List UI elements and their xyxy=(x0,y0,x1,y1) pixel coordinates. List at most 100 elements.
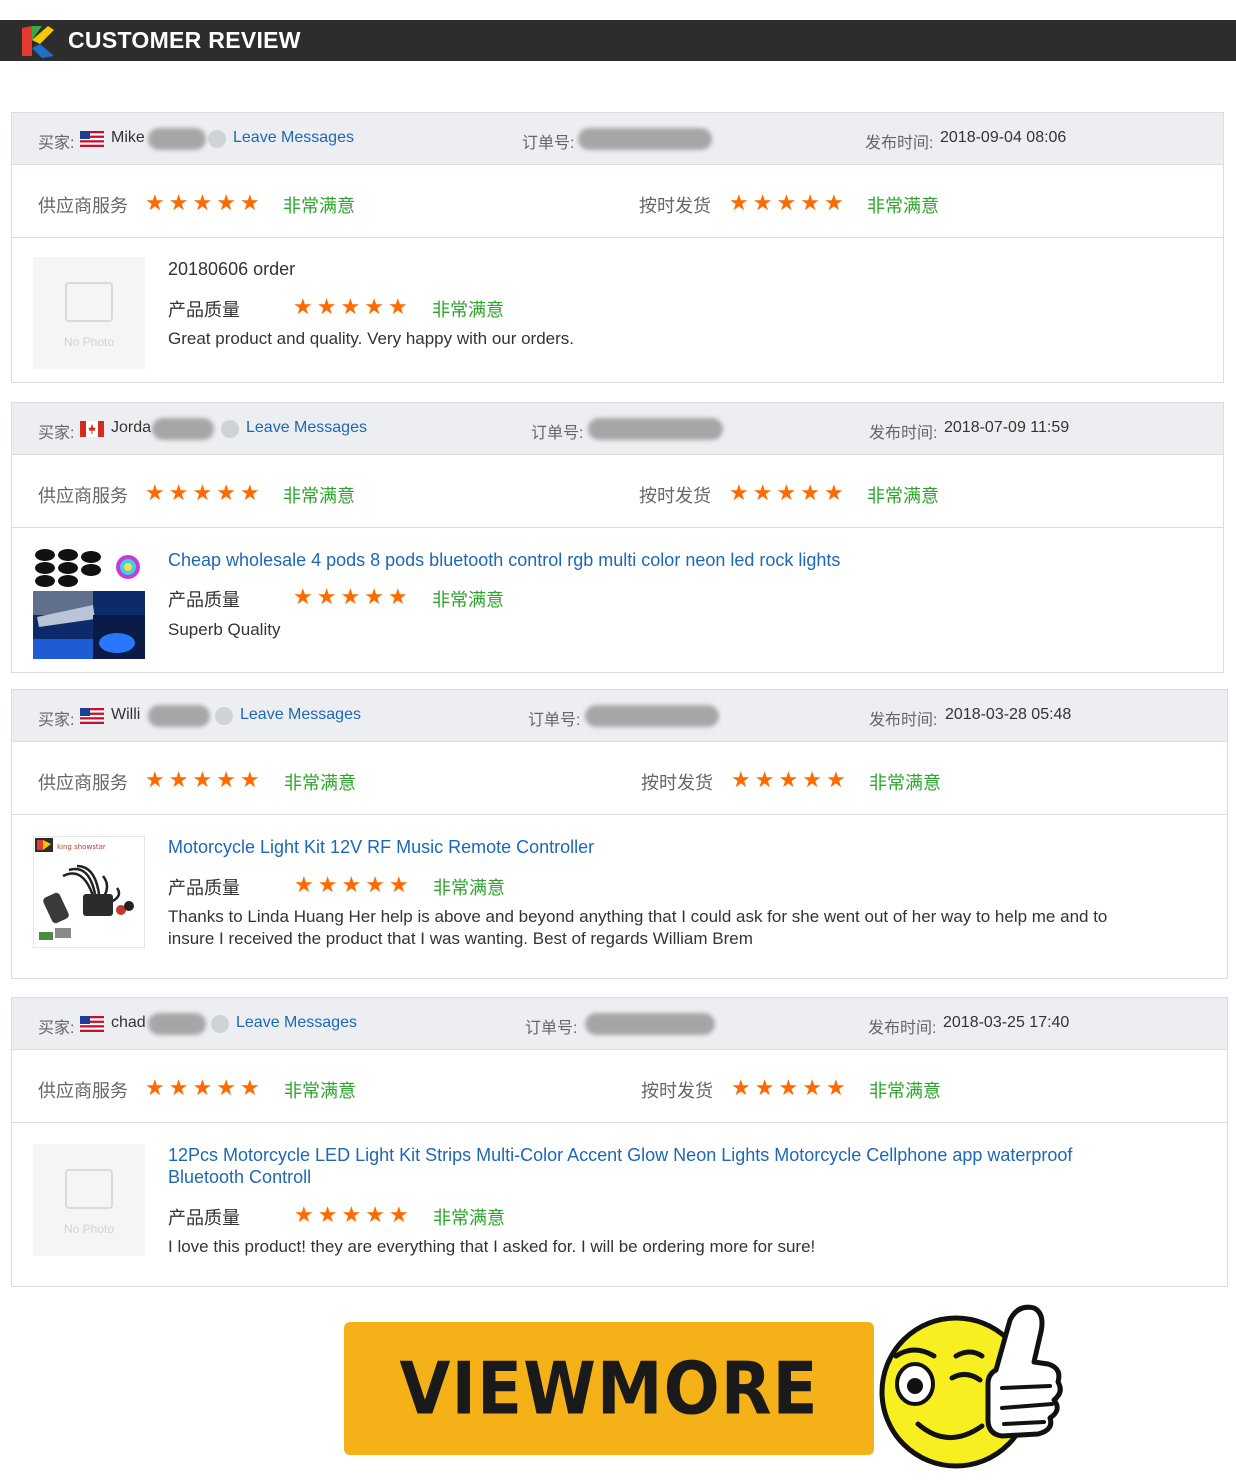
star-icon: ★ xyxy=(145,190,165,215)
supplier-service-label: 供应商服务 xyxy=(38,1081,128,1101)
buyer-label: 买家: xyxy=(38,712,75,729)
supplier-rating-text: 非常满意 xyxy=(283,486,355,506)
redacted-order-number xyxy=(585,705,719,727)
service-ratings-row: 供应商服务 ★ ★ ★ ★ ★ 非常满意 按时发货 ★ ★ ★ ★ ★ 非常满意 xyxy=(12,1051,1227,1123)
star-icon: ★ xyxy=(388,872,409,897)
view-more-label: VIEWMORE xyxy=(399,1346,819,1431)
delivery-rating-text: 非常满意 xyxy=(867,486,939,506)
leave-messages-link[interactable]: Leave Messages xyxy=(233,129,354,147)
delivery-rating-stars: ★ ★ ★ ★ ★ xyxy=(729,192,844,214)
delivery-label: 按时发货 xyxy=(641,1081,713,1101)
review-header: 买家: Willi Leave Messages 订单号: 发布时间: 2018… xyxy=(12,690,1227,742)
product-link[interactable]: Cheap wholesale 4 pods 8 pods bluetooth … xyxy=(168,549,840,571)
quality-rating-text: 非常满意 xyxy=(433,1208,505,1228)
delivery-rating-stars: ★ ★ ★ ★ ★ xyxy=(731,1077,846,1099)
leave-messages-link[interactable]: Leave Messages xyxy=(240,706,361,724)
review-comment: Great product and quality. Very happy wi… xyxy=(168,329,575,348)
star-icon: ★ xyxy=(387,294,408,319)
canada-flag-icon xyxy=(80,421,104,437)
quality-rating-text: 非常满意 xyxy=(432,300,504,320)
star-icon: ★ xyxy=(239,1075,260,1100)
buyer-name: Mike xyxy=(111,129,145,146)
star-icon: ★ xyxy=(364,294,384,319)
redacted-order-number xyxy=(588,418,723,440)
product-thumbnail[interactable] xyxy=(33,547,145,659)
redacted-order-number xyxy=(578,128,712,150)
star-icon: ★ xyxy=(294,1202,314,1227)
redacted-name xyxy=(148,128,206,150)
image-placeholder-icon xyxy=(65,282,113,322)
review-card: 买家: Jorda Leave Messages 订单号: 发布时间: 2018… xyxy=(11,402,1224,673)
message-icon xyxy=(211,1015,229,1033)
review-header: 买家: chad Leave Messages 订单号: 发布时间: 2018-… xyxy=(12,998,1227,1050)
star-icon: ★ xyxy=(776,190,797,215)
view-more-button[interactable]: VIEWMORE xyxy=(344,1322,874,1455)
published-label: 发布时间: xyxy=(869,712,938,729)
supplier-rating-text: 非常满意 xyxy=(283,196,355,216)
star-icon: ★ xyxy=(340,294,361,319)
star-icon: ★ xyxy=(216,480,236,505)
leave-messages-link[interactable]: Leave Messages xyxy=(236,1014,357,1032)
redacted-name xyxy=(148,1013,206,1035)
star-icon: ★ xyxy=(317,872,338,897)
star-icon: ★ xyxy=(729,190,749,215)
quality-rating-text: 非常满意 xyxy=(433,878,505,898)
star-icon: ★ xyxy=(317,1202,338,1227)
star-icon: ★ xyxy=(388,1202,409,1227)
product-link[interactable]: 12Pcs Motorcycle LED Light Kit Strips Mu… xyxy=(168,1144,1128,1188)
supplier-rating-stars: ★ ★ ★ ★ ★ xyxy=(145,769,260,791)
review-date: 2018-09-04 08:06 xyxy=(940,129,1067,146)
product-thumbnail[interactable]: king showstar xyxy=(33,836,145,948)
star-icon: ★ xyxy=(239,767,260,792)
product-quality-label: 产品质量 xyxy=(168,590,240,610)
image-placeholder-icon xyxy=(65,1169,113,1209)
review-comment: I love this product! they are everything… xyxy=(168,1237,816,1256)
redacted-name xyxy=(148,705,210,727)
star-icon: ★ xyxy=(341,1202,362,1227)
star-icon: ★ xyxy=(216,767,236,792)
star-icon: ★ xyxy=(341,872,362,897)
us-flag-icon xyxy=(80,131,104,147)
review-body: king showstar Motorcycle Light Kit 12V R… xyxy=(12,816,1227,978)
published-label: 发布时间: xyxy=(869,425,938,442)
star-icon: ★ xyxy=(754,767,775,792)
us-flag-icon xyxy=(80,1016,104,1032)
supplier-service-label: 供应商服务 xyxy=(38,773,128,793)
star-icon: ★ xyxy=(825,767,846,792)
star-icon: ★ xyxy=(752,480,773,505)
star-icon: ★ xyxy=(168,190,189,215)
star-icon: ★ xyxy=(754,1075,775,1100)
review-card: 买家: Willi Leave Messages 订单号: 发布时间: 2018… xyxy=(11,689,1228,979)
product-quality-label: 产品质量 xyxy=(168,300,240,320)
review-date: 2018-03-28 05:48 xyxy=(945,706,1072,723)
redacted-order-number xyxy=(585,1013,715,1035)
quality-rating-stars: ★ ★ ★ ★ ★ xyxy=(294,1204,409,1226)
buyer-name: Willi xyxy=(111,706,141,723)
supplier-rating-stars: ★ ★ ★ ★ ★ xyxy=(145,482,260,504)
star-icon: ★ xyxy=(800,190,820,215)
order-number-label: 订单号: xyxy=(531,425,584,442)
star-icon: ★ xyxy=(823,190,844,215)
buyer-label: 买家: xyxy=(38,135,75,152)
brand-logo-icon xyxy=(18,22,56,60)
leave-messages-link[interactable]: Leave Messages xyxy=(246,419,367,437)
message-icon xyxy=(221,420,239,438)
star-icon: ★ xyxy=(192,1075,213,1100)
review-date: 2018-03-25 17:40 xyxy=(943,1014,1070,1031)
review-header: 买家: Jorda Leave Messages 订单号: 发布时间: 2018… xyxy=(12,403,1223,455)
review-comment: Thanks to Linda Huang Her help is above … xyxy=(168,907,1108,948)
quality-rating-text: 非常满意 xyxy=(432,590,504,610)
star-icon: ★ xyxy=(145,1075,165,1100)
star-icon: ★ xyxy=(216,190,236,215)
product-link[interactable]: Motorcycle Light Kit 12V RF Music Remote… xyxy=(168,836,594,858)
supplier-rating-stars: ★ ★ ★ ★ ★ xyxy=(145,1077,260,1099)
supplier-rating-text: 非常满意 xyxy=(284,773,356,793)
star-icon: ★ xyxy=(145,767,165,792)
star-icon: ★ xyxy=(168,480,189,505)
product-thumbnail[interactable]: No Photo xyxy=(33,257,145,369)
message-icon xyxy=(208,130,226,148)
product-thumbnail[interactable]: No Photo xyxy=(33,1144,145,1256)
delivery-rating-text: 非常满意 xyxy=(867,196,939,216)
supplier-service-label: 供应商服务 xyxy=(38,196,128,216)
review-card: 买家: Mike Leave Messages 订单号: 发布时间: 2018-… xyxy=(11,112,1224,383)
